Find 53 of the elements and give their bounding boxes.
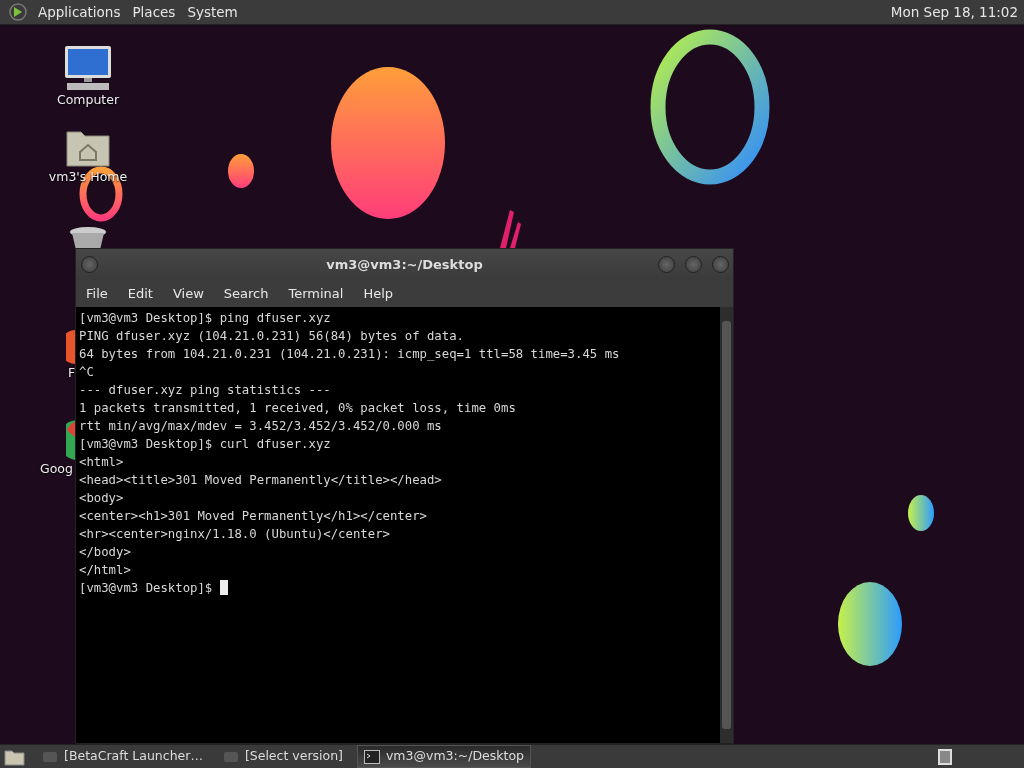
scrollbar-thumb[interactable]	[722, 321, 731, 729]
stripes-drawing	[500, 210, 521, 248]
orb-drawing	[908, 495, 934, 531]
terminal-line: 1 packets transmitted, 1 received, 0% packet loss, time 0ms	[79, 401, 516, 415]
browser-icon[interactable]	[66, 330, 76, 364]
logo-icon[interactable]	[8, 2, 28, 22]
icon-label[interactable]: F	[68, 364, 76, 383]
folder-icon[interactable]	[4, 747, 26, 766]
orb-drawing	[228, 154, 254, 188]
trash-icon[interactable]	[69, 226, 107, 250]
terminal-line: ^C	[79, 365, 94, 379]
terminal-line: </html>	[79, 563, 131, 577]
menu-item[interactable]: Search	[213, 281, 279, 307]
computer-icon[interactable]	[63, 45, 113, 91]
terminal-line: --- dfuser.xyz ping statistics ---	[79, 383, 331, 397]
taskbar-button[interactable]: vm3@vm3:~/Desktop	[356, 745, 531, 768]
terminal-line: </body>	[79, 545, 131, 559]
panel-menu[interactable]: System	[181, 0, 244, 24]
icon-label[interactable]: Goog	[40, 460, 73, 479]
app-icon	[42, 749, 58, 764]
menu-item[interactable]: View	[162, 281, 214, 307]
scrollbar[interactable]	[720, 307, 733, 743]
folder-home-icon[interactable]	[65, 128, 111, 168]
terminal-line: <center><h1>301 Moved Permanently</h1></center>	[79, 509, 427, 523]
terminal-line: <body>	[79, 491, 124, 505]
cursor	[219, 580, 228, 595]
terminal-line: <head><title>301 Moved Permanently</title></head>	[79, 473, 442, 487]
maximize-button[interactable]	[685, 256, 702, 273]
panel-menu[interactable]: Applications	[32, 0, 127, 24]
terminal-line: rtt min/avg/max/mdev = 3.452/3.452/3.452/0.000 ms	[79, 419, 442, 433]
close-button[interactable]	[712, 256, 729, 273]
terminal-line: 64 bytes from 104.21.0.231 (104.21.0.231): icmp_seq=1 ttl=58 time=3.45 ms	[79, 347, 620, 361]
icon-label[interactable]: Computer	[56, 91, 120, 110]
menu-item[interactable]: Edit	[117, 281, 163, 307]
terminal-line: [vm3@vm3 Desktop]$ ping dfuser.xyz	[79, 311, 331, 325]
window-menu-button[interactable]	[81, 256, 98, 273]
menu-item[interactable]: Help	[353, 281, 404, 307]
terminal-line: <hr><center>nginx/1.18.0 (Ubuntu)</center>	[79, 527, 390, 541]
panel-menu[interactable]: Places	[126, 0, 182, 24]
taskbar-button[interactable]: [BetaCraft Launcher…	[36, 745, 209, 768]
terminal-line: PING dfuser.xyz (104.21.0.231) 56(84) bytes of data.	[79, 329, 464, 343]
terminal-line: <html>	[79, 455, 124, 469]
workspace-switcher[interactable]	[938, 748, 952, 765]
menu-item[interactable]: Terminal	[278, 281, 354, 307]
taskbar-button[interactable]: [Select version]	[216, 745, 349, 768]
window-title: vm3@vm3:~/Desktop	[326, 256, 483, 275]
terminal-line: [vm3@vm3 Desktop]$	[79, 581, 214, 595]
minimize-button[interactable]	[658, 256, 675, 273]
terminal-line: [vm3@vm3 Desktop]$ curl dfuser.xyz	[79, 437, 331, 451]
terminal-icon	[363, 749, 380, 764]
clock[interactable]: Mon Sep 18, 11:02	[884, 0, 1024, 24]
menu-item[interactable]: File	[76, 281, 118, 307]
app-icon	[222, 749, 239, 764]
